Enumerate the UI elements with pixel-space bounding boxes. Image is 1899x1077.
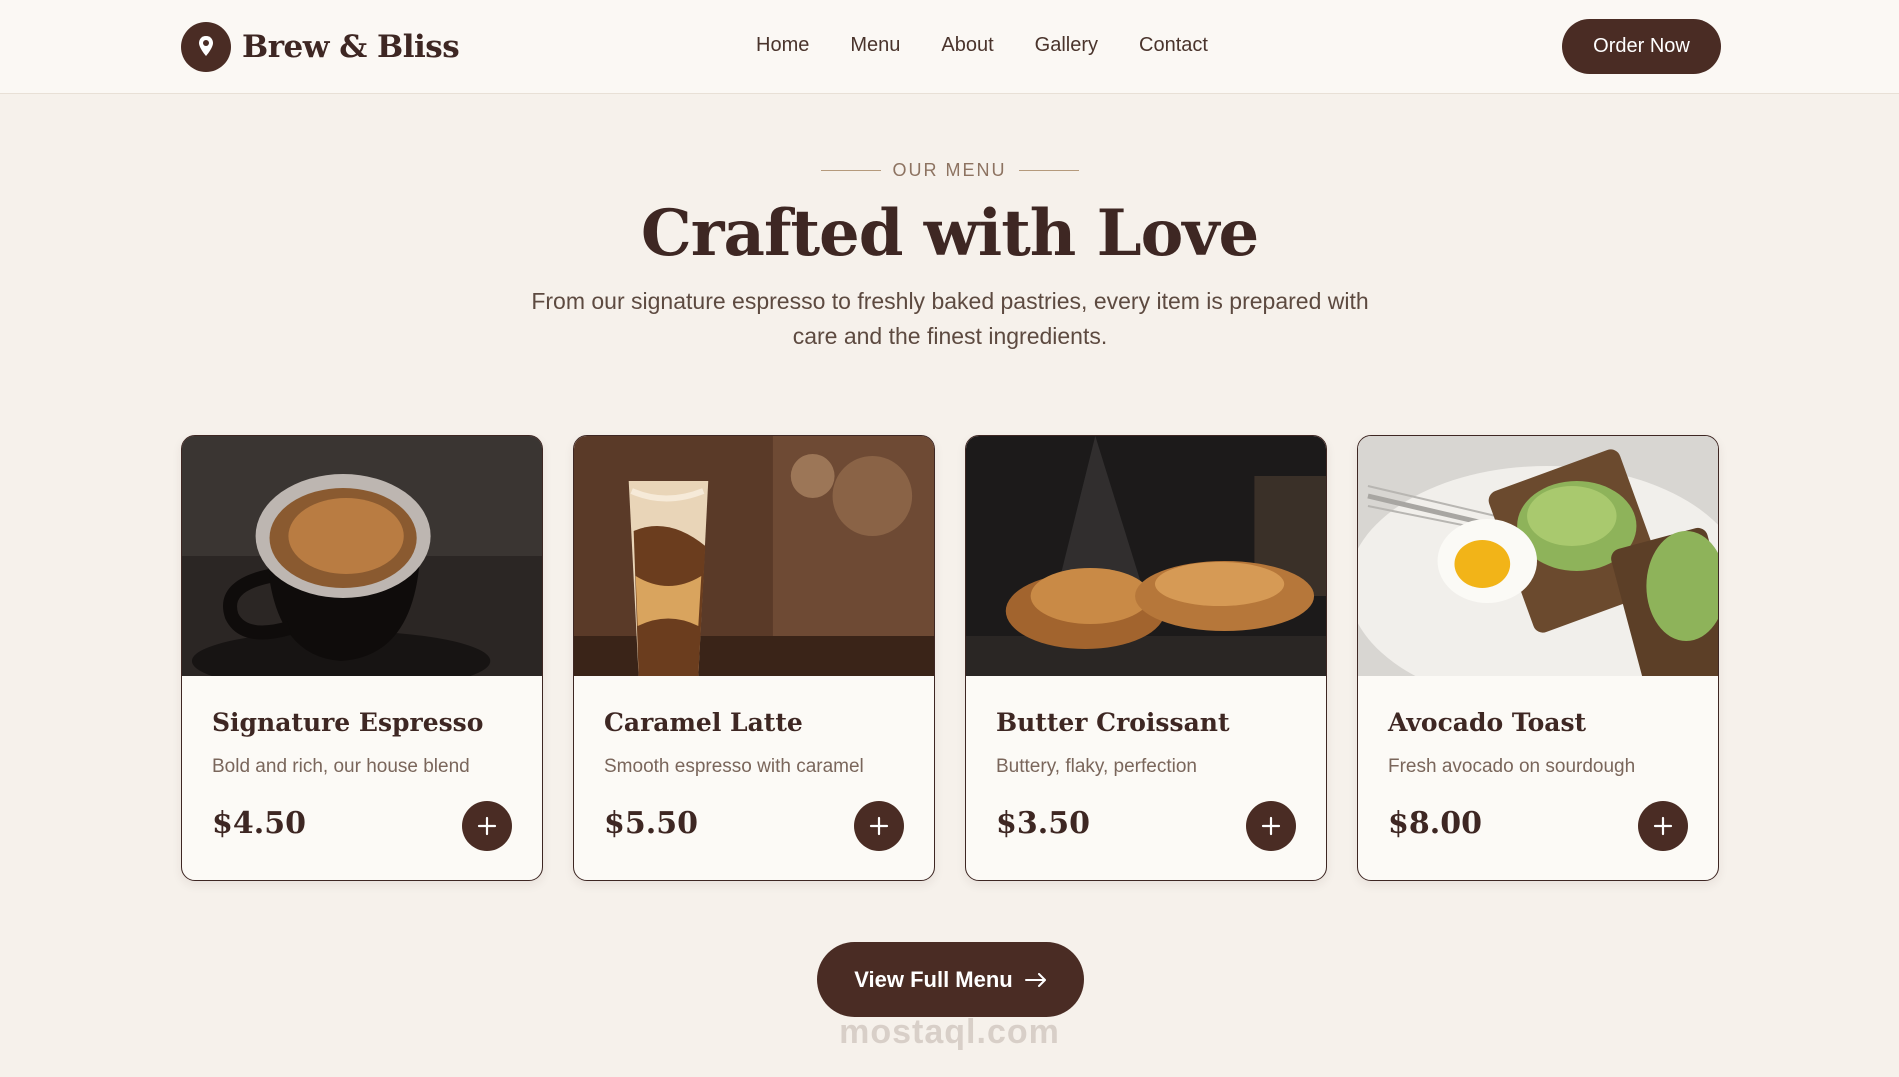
view-full-menu-button[interactable]: View Full Menu bbox=[817, 942, 1084, 1017]
nav-gallery[interactable]: Gallery bbox=[1035, 34, 1098, 57]
nav-about[interactable]: About bbox=[941, 34, 993, 57]
croissant-photo bbox=[966, 436, 1326, 676]
iced-latte-photo bbox=[574, 436, 934, 676]
card-title: Caramel Latte bbox=[604, 708, 803, 737]
main-nav: Home Menu About Gallery Contact bbox=[756, 34, 1249, 57]
add-to-cart-button[interactable] bbox=[854, 801, 904, 851]
card-price: $4.50 bbox=[212, 806, 306, 841]
add-to-cart-button[interactable] bbox=[1638, 801, 1688, 851]
plus-icon bbox=[1653, 816, 1673, 836]
section-eyebrow: OUR MENU bbox=[0, 160, 1899, 181]
navbar: Brew & Bliss Home Menu About Gallery Con… bbox=[0, 0, 1899, 94]
add-to-cart-button[interactable] bbox=[1246, 801, 1296, 851]
menu-card[interactable]: Signature Espresso Bold and rich, our ho… bbox=[181, 435, 543, 881]
plus-icon bbox=[1261, 816, 1281, 836]
avocado-toast-photo bbox=[1358, 436, 1718, 676]
eyebrow-label: OUR MENU bbox=[892, 160, 1007, 180]
brand-name: Brew & Bliss bbox=[242, 29, 460, 65]
menu-card[interactable]: Butter Croissant Buttery, flaky, perfect… bbox=[965, 435, 1327, 881]
plus-icon bbox=[477, 816, 497, 836]
eyebrow-divider bbox=[1018, 170, 1079, 171]
order-now-button[interactable]: Order Now bbox=[1562, 19, 1721, 74]
page-title: Crafted with Love bbox=[640, 196, 1259, 271]
card-title: Avocado Toast bbox=[1388, 708, 1587, 737]
nav-contact[interactable]: Contact bbox=[1139, 34, 1208, 57]
card-price: $8.00 bbox=[1388, 806, 1482, 841]
espresso-photo bbox=[182, 436, 542, 676]
view-full-menu-label: View Full Menu bbox=[854, 966, 1013, 992]
brand-logo[interactable]: Brew & Bliss bbox=[181, 22, 460, 72]
card-description: Fresh avocado on sourdough bbox=[1388, 756, 1636, 777]
nav-home[interactable]: Home bbox=[756, 34, 809, 57]
arrow-right-icon bbox=[1024, 972, 1046, 987]
card-price: $3.50 bbox=[996, 806, 1090, 841]
watermark: mostaql.com bbox=[839, 1013, 1060, 1051]
menu-cards: Signature Espresso Bold and rich, our ho… bbox=[181, 435, 1719, 881]
card-title: Butter Croissant bbox=[996, 708, 1230, 737]
card-title: Signature Espresso bbox=[212, 708, 484, 737]
add-to-cart-button[interactable] bbox=[462, 801, 512, 851]
card-description: Smooth espresso with caramel bbox=[604, 756, 864, 777]
pin-icon bbox=[181, 22, 231, 72]
menu-card[interactable]: Caramel Latte Smooth espresso with caram… bbox=[573, 435, 935, 881]
eyebrow-divider bbox=[820, 170, 881, 171]
hero-subtitle: From our signature espresso to freshly b… bbox=[531, 288, 1369, 349]
menu-card[interactable]: Avocado Toast Fresh avocado on sourdough… bbox=[1357, 435, 1719, 881]
card-price: $5.50 bbox=[604, 806, 698, 841]
nav-menu[interactable]: Menu bbox=[850, 34, 900, 57]
card-description: Bold and rich, our house blend bbox=[212, 756, 470, 777]
plus-icon bbox=[869, 816, 889, 836]
card-description: Buttery, flaky, perfection bbox=[996, 756, 1197, 777]
